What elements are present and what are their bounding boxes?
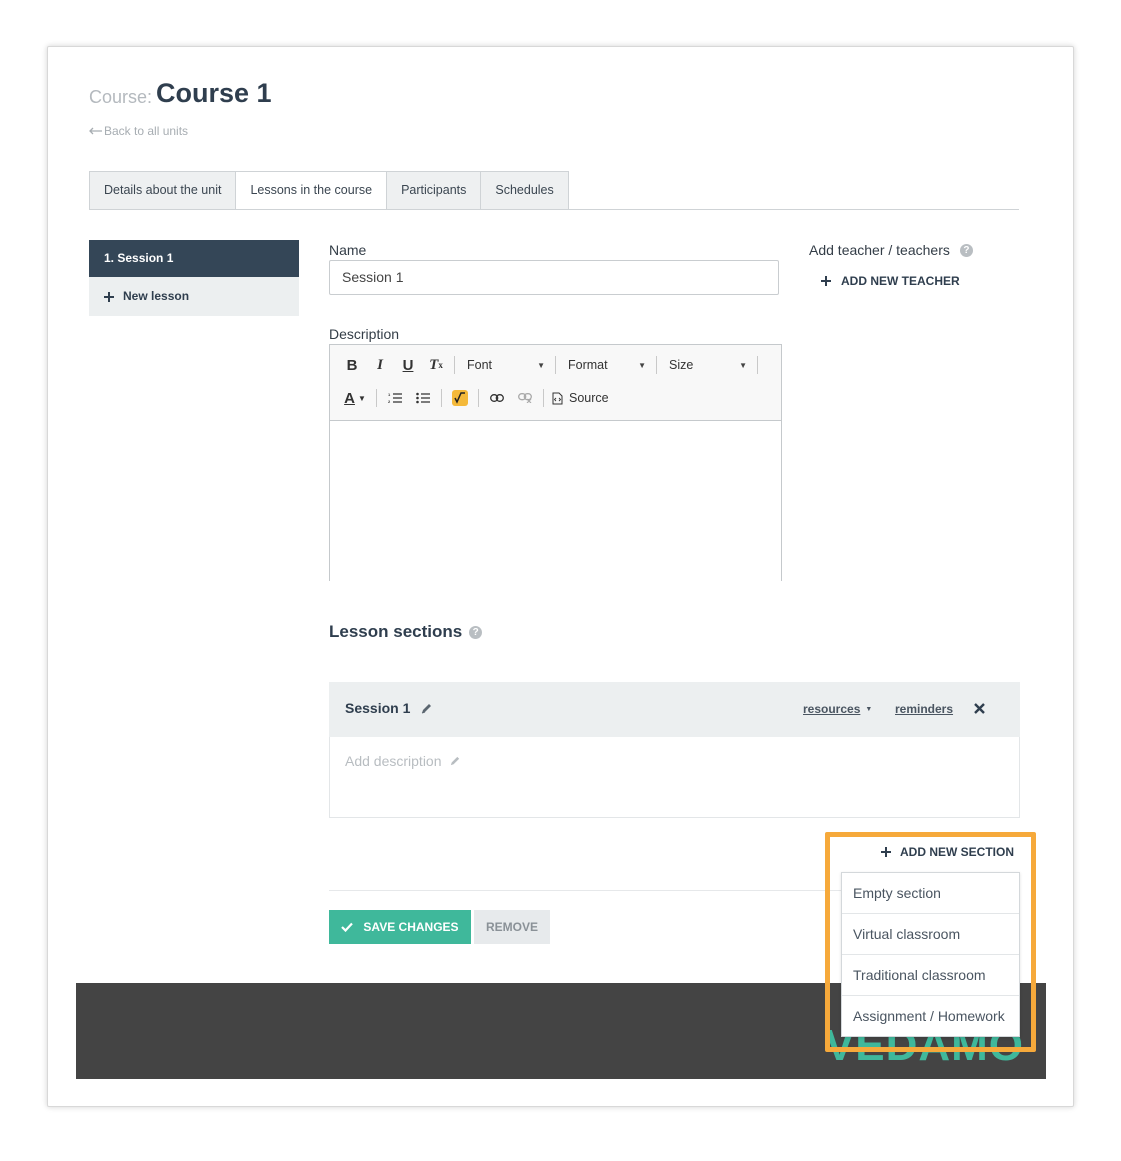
add-description-button[interactable]: Add description (345, 753, 461, 769)
link-icon[interactable] (483, 385, 511, 411)
description-editor: B I U Tx Font ▼ Format ▼ Size ▼ A ▼ 1 2 … (329, 344, 782, 581)
underline-icon[interactable]: U (394, 352, 422, 378)
tab-bar: Details about the unit Lessons in the co… (89, 171, 569, 210)
source-label: Source (569, 391, 609, 405)
toolbar-separator (656, 356, 657, 374)
bold-icon[interactable]: B (338, 352, 366, 378)
size-combo[interactable]: Size ▼ (661, 352, 753, 378)
editor-content-area[interactable] (330, 421, 781, 581)
reminders-link[interactable]: reminders (895, 702, 953, 716)
resources-link: resources (803, 702, 861, 716)
sidebar-item-session-1[interactable]: 1. Session 1 (89, 240, 299, 277)
new-lesson-button[interactable]: New lesson (89, 277, 299, 316)
course-edit-card: Course: Course 1 Back to all units Detai… (47, 46, 1074, 1107)
lesson-sections-heading: Lesson sections ? (329, 622, 483, 642)
format-combo[interactable]: Format ▼ (560, 352, 652, 378)
add-teacher-label: ADD NEW TEACHER (841, 274, 960, 288)
toolbar-separator (757, 356, 758, 374)
remove-button[interactable]: REMOVE (474, 910, 550, 944)
save-changes-button[interactable]: SAVE CHANGES (329, 910, 471, 944)
pencil-icon[interactable] (420, 702, 433, 715)
source-icon (552, 392, 563, 404)
highlight-frame (825, 832, 1036, 1052)
caret-down-icon: ▼ (865, 705, 873, 713)
toolbar-separator (555, 356, 556, 374)
font-combo[interactable]: Font ▼ (459, 352, 551, 378)
bullet-list-icon[interactable] (409, 385, 437, 411)
section-body: Add description (329, 737, 1020, 818)
check-icon (341, 922, 354, 932)
tab-schedules[interactable]: Schedules (480, 171, 569, 210)
size-combo-label: Size (669, 358, 694, 372)
help-icon[interactable]: ? (469, 625, 483, 639)
arrow-left-icon (89, 127, 102, 135)
new-lesson-label: New lesson (123, 289, 190, 303)
plus-icon (821, 276, 831, 286)
toolbar-separator (478, 389, 479, 407)
format-combo-label: Format (568, 358, 608, 372)
italic-icon[interactable]: I (366, 352, 394, 378)
name-label: Name (329, 242, 367, 258)
text-color-icon[interactable]: A ▼ (338, 385, 372, 411)
course-prefix: Course: (89, 87, 153, 107)
numbered-list-icon[interactable]: 12 (381, 385, 409, 411)
toolbar-separator (543, 389, 544, 407)
caret-down-icon: ▼ (537, 360, 545, 370)
save-changes-label: SAVE CHANGES (363, 920, 459, 934)
back-to-units-link[interactable]: Back to all units (89, 124, 188, 138)
svg-text:1: 1 (388, 392, 391, 397)
toolbar-separator (376, 389, 377, 407)
source-button[interactable]: Source (548, 385, 615, 411)
description-label: Description (329, 326, 400, 342)
add-teacher-button[interactable]: ADD NEW TEACHER (821, 274, 960, 288)
section-name: Session 1 (345, 700, 411, 716)
add-description-label: Add description (345, 753, 442, 769)
caret-down-icon: ▼ (638, 360, 646, 370)
font-combo-label: Font (467, 358, 493, 372)
math-formula-icon[interactable] (446, 385, 474, 411)
caret-down-icon: ▼ (739, 360, 747, 370)
tab-details[interactable]: Details about the unit (89, 171, 237, 210)
tab-divider (89, 209, 1019, 210)
svg-text:2: 2 (388, 399, 391, 404)
editor-toolbar: B I U Tx Font ▼ Format ▼ Size ▼ A ▼ 1 2 … (330, 345, 781, 421)
close-icon[interactable] (974, 703, 985, 714)
toolbar-separator (441, 389, 442, 407)
pencil-icon (450, 756, 459, 766)
unlink-icon[interactable] (511, 385, 539, 411)
page-title: Course 1 (156, 78, 272, 108)
clear-format-icon[interactable]: Tx (422, 352, 450, 378)
name-input[interactable]: Session 1 (329, 260, 779, 295)
back-link-label: Back to all units (104, 124, 189, 138)
tab-participants[interactable]: Participants (386, 171, 482, 210)
teacher-label-row: Add teacher / teachers ? (809, 242, 973, 258)
toolbar-separator (454, 356, 455, 374)
lesson-sections-title: Lesson sections (329, 622, 463, 641)
help-icon[interactable]: ? (959, 243, 973, 257)
tab-lessons[interactable]: Lessons in the course (235, 171, 388, 210)
resources-dropdown[interactable]: resources ▼ (803, 702, 872, 716)
plus-icon (104, 291, 114, 302)
section-header: Session 1 resources ▼ reminders (329, 682, 1020, 737)
teacher-label: Add teacher / teachers (809, 242, 950, 258)
